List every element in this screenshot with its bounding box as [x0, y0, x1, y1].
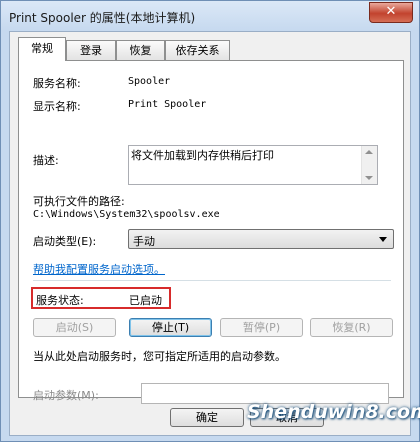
start-params-label: 启动参数(M):: [33, 389, 99, 402]
resume-button[interactable]: 恢复(R): [310, 318, 393, 337]
exe-path-label: 可执行文件的路径:: [33, 195, 125, 208]
scroll-down-icon[interactable]: [365, 176, 373, 180]
service-properties-dialog: Print Spooler 的属性(本地计算机) ✕ 常规 登录 恢复 依存关系…: [0, 0, 420, 442]
display-name-value: Print Spooler: [128, 99, 207, 110]
close-button[interactable]: ✕: [369, 2, 413, 23]
button-label: 确定: [196, 411, 218, 424]
tab-recovery[interactable]: 恢复: [116, 40, 165, 60]
site-watermark: Shenduwin8.com: [247, 401, 420, 423]
tab-label: 恢复: [129, 44, 152, 57]
tab-general[interactable]: 常规: [18, 37, 66, 61]
service-name-value: Spooler: [128, 76, 171, 87]
service-status-value: 已启动: [129, 294, 162, 307]
startup-type-value: 手动: [133, 235, 155, 248]
service-name-label: 服务名称:: [33, 77, 81, 90]
tab-label: 常规: [31, 42, 53, 55]
startup-type-label: 启动类型(E):: [33, 235, 97, 248]
close-icon: ✕: [385, 4, 397, 19]
description-scrollbar[interactable]: [361, 146, 377, 184]
tab-dependencies[interactable]: 依存关系: [165, 40, 230, 60]
button-label: 恢复(R): [332, 321, 371, 334]
description-field[interactable]: 将文件加载到内存供稍后打印: [128, 145, 378, 185]
tab-label: 依存关系: [175, 44, 220, 57]
start-button[interactable]: 启动(S): [33, 318, 116, 337]
button-label: 暂停(P): [242, 321, 281, 334]
startup-type-select[interactable]: 手动: [128, 229, 394, 249]
service-status-label: 服务状态:: [36, 294, 84, 307]
stop-button[interactable]: 停止(T): [129, 318, 212, 337]
button-label: 停止(T): [151, 321, 190, 334]
title-bar[interactable]: Print Spooler 的属性(本地计算机) ✕: [1, 1, 419, 31]
ok-button[interactable]: 确定: [170, 408, 244, 427]
button-label: 启动(S): [55, 321, 94, 334]
window-title: Print Spooler 的属性(本地计算机): [9, 11, 196, 25]
divider: [33, 280, 391, 281]
general-tab-panel: 服务名称: Spooler 显示名称: Print Spooler 描述: 将文…: [18, 60, 404, 404]
tab-logon[interactable]: 登录: [66, 40, 116, 60]
tab-label: 登录: [80, 44, 102, 57]
scroll-up-icon[interactable]: [365, 150, 373, 154]
display-name-label: 显示名称:: [33, 100, 81, 113]
start-params-hint: 当从此处启动服务时，您可指定所适用的启动参数。: [33, 350, 286, 363]
exe-path-value: C:\Windows\System32\spoolsv.exe: [33, 209, 220, 220]
description-label: 描述:: [33, 154, 59, 167]
dialog-client: 常规 登录 恢复 依存关系 服务名称: Spooler 显示名称: Print …: [9, 31, 411, 436]
chevron-down-icon: [379, 237, 387, 242]
help-configure-link[interactable]: 帮助我配置服务启动选项。: [33, 261, 165, 277]
description-text: 将文件加载到内存供稍后打印: [131, 149, 274, 162]
pause-button[interactable]: 暂停(P): [220, 318, 303, 337]
